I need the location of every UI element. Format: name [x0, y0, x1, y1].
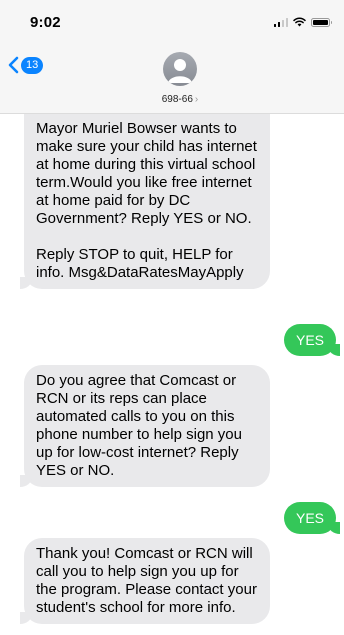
- message-text: YES: [295, 510, 324, 526]
- message-text: YES: [295, 332, 324, 348]
- unread-count-badge: 13: [21, 56, 44, 74]
- message-text: Do you agree that Comcast or RCN or its …: [36, 372, 242, 479]
- battery-icon: [311, 17, 332, 27]
- wifi-icon: [293, 17, 306, 27]
- contact-name: 698-66: [161, 94, 193, 105]
- back-button[interactable]: 13: [8, 56, 44, 74]
- conversation-header: 9:02 13 698-66 ›: [0, 0, 344, 114]
- outgoing-message-bubble[interactable]: YES: [283, 324, 341, 356]
- message-text: Thank you! Comcast or RCN will call you …: [36, 545, 257, 616]
- contact-avatar-icon[interactable]: [163, 52, 197, 86]
- chevron-right-icon: ›: [194, 94, 199, 105]
- outgoing-message-bubble[interactable]: YES: [283, 502, 341, 534]
- incoming-message-bubble[interactable]: Thank you! Comcast or RCN will call you …: [20, 538, 270, 624]
- messages-screen: 9:02 13 698-66 › Mayor Muriel Bowser wan…: [0, 0, 344, 635]
- signal-icon: [273, 17, 288, 27]
- incoming-message-bubble[interactable]: Mayor Muriel Bowser wants to make sure y…: [20, 114, 270, 289]
- incoming-message-bubble[interactable]: Do you agree that Comcast or RCN or its …: [20, 365, 270, 487]
- contact-name-button[interactable]: 698-66 ›: [0, 94, 344, 105]
- back-chevron-icon: [8, 56, 19, 74]
- status-icons: [273, 17, 332, 27]
- message-text: Reply STOP to quit, HELP for info. Msg&D…: [36, 246, 244, 281]
- message-text: Mayor Muriel Bowser wants to make sure y…: [36, 120, 257, 227]
- status-time: 9:02: [30, 14, 61, 31]
